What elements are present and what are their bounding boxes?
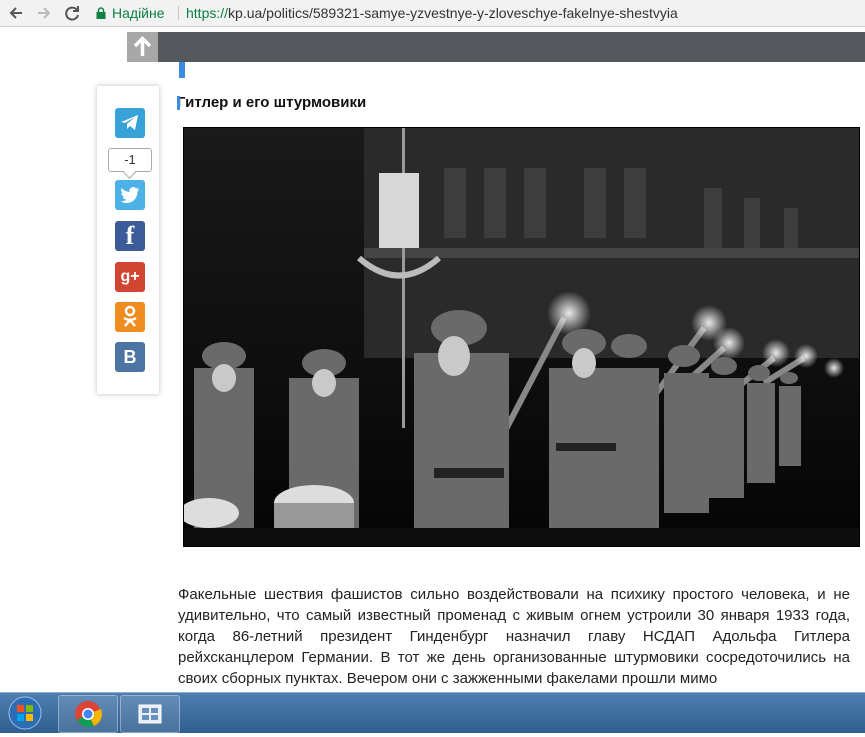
url-scheme: https:// xyxy=(186,5,229,21)
windows-logo-icon xyxy=(8,696,42,730)
article-paragraph: Факельные шествия фашистов сильно воздей… xyxy=(178,586,850,687)
taskbar-chrome-button[interactable] xyxy=(58,695,118,733)
share-panel: -1 f g+ B xyxy=(97,86,159,394)
telegram-icon xyxy=(121,115,138,130)
section-accent xyxy=(179,62,185,78)
section-heading: Гитлер и его штурмовики xyxy=(177,94,367,111)
googleplus-icon: g+ xyxy=(120,268,140,285)
googleplus-share-button[interactable]: g+ xyxy=(115,262,145,292)
vk-icon: B xyxy=(123,346,137,367)
scroll-to-top-button[interactable] xyxy=(127,32,158,62)
arrow-up-icon xyxy=(133,36,152,56)
omnibox-divider xyxy=(178,6,179,20)
torchlight-parade-photo xyxy=(184,128,859,546)
forward-arrow-icon[interactable] xyxy=(33,2,55,24)
article-photo xyxy=(183,127,860,547)
facebook-icon: f xyxy=(125,221,135,250)
secure-label: Надійне xyxy=(112,5,165,21)
telegram-share-button[interactable] xyxy=(115,108,145,138)
start-button[interactable] xyxy=(3,695,47,731)
odnoklassniki-icon xyxy=(123,305,137,327)
url-path: kp.ua/politics/589321-samye-yzvestnye-y-… xyxy=(228,5,678,21)
url-text[interactable]: https://kp.ua/politics/589321-samye-yzve… xyxy=(186,2,678,24)
back-arrow-icon[interactable] xyxy=(5,2,27,24)
facebook-share-button[interactable]: f xyxy=(115,221,145,251)
lock-icon xyxy=(96,7,106,19)
site-header-bar xyxy=(158,32,865,62)
heading-accent-bar xyxy=(177,96,180,110)
chrome-icon xyxy=(75,701,102,728)
window-switcher-icon xyxy=(138,704,162,724)
twitter-icon xyxy=(120,187,139,203)
twitter-share-count: -1 xyxy=(108,148,152,172)
address-bar[interactable]: Надійне https://kp.ua/politics/589321-sa… xyxy=(92,2,865,24)
browser-toolbar: Надійне https://kp.ua/politics/589321-sa… xyxy=(0,0,865,27)
odnoklassniki-share-button[interactable] xyxy=(115,302,145,332)
taskbar-explorer-button[interactable] xyxy=(120,695,180,733)
vk-share-button[interactable]: B xyxy=(115,342,145,372)
windows-taskbar xyxy=(0,692,865,733)
reload-icon[interactable] xyxy=(61,2,83,24)
twitter-share-button[interactable] xyxy=(115,180,145,210)
